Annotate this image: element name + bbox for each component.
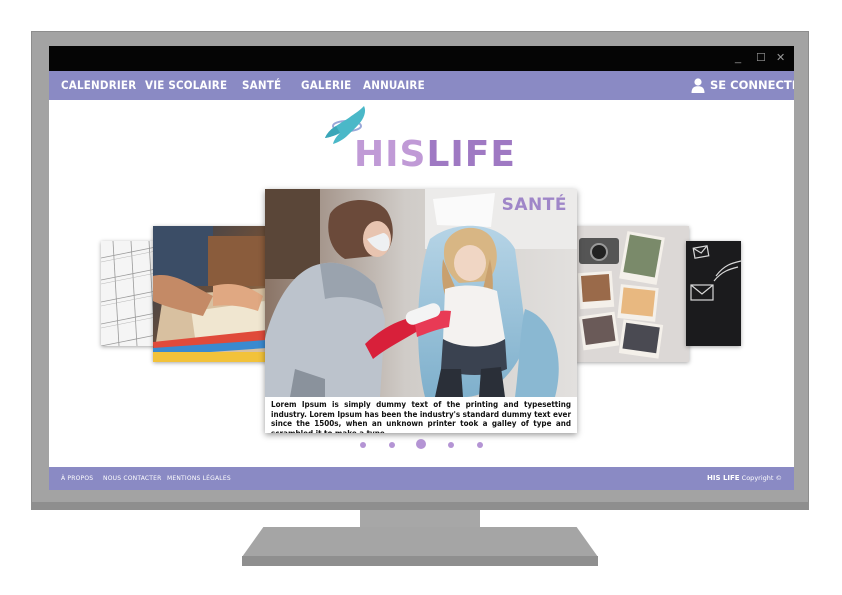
carousel-card-study[interactable] xyxy=(153,226,267,362)
monitor-stand-base xyxy=(242,527,598,557)
footer-link-mentions[interactable]: MENTIONS LÉGALES xyxy=(167,467,231,490)
carousel-dot-1[interactable] xyxy=(360,442,366,448)
carousel-dot-3-active[interactable] xyxy=(416,439,426,449)
his-life-logo[interactable]: HISLIFE xyxy=(324,104,524,175)
carousel-card-mail[interactable] xyxy=(686,241,741,346)
footer-link-a-propos[interactable]: À PROPOS xyxy=(61,467,93,490)
screen: _ ☐ ✕ CALENDRIER VIE SCOLAIRE SANTÉ GALE… xyxy=(49,46,794,490)
footer: À PROPOS NOUS CONTACTER MENTIONS LÉGALES… xyxy=(49,467,794,490)
nav-item-sante[interactable]: SANTÉ xyxy=(242,71,281,100)
close-button[interactable]: ✕ xyxy=(776,51,785,65)
footer-copyright: HIS LIFE Copyright © xyxy=(707,467,782,490)
calendar-image xyxy=(101,241,156,346)
mail-image xyxy=(686,241,741,346)
nav-item-calendrier[interactable]: CALENDRIER xyxy=(61,71,136,100)
carousel-card-photos[interactable] xyxy=(575,226,689,362)
card-title-sante: SANTÉ xyxy=(501,195,567,215)
carousel-card-calendar[interactable] xyxy=(101,241,156,346)
nav-item-vie-scolaire[interactable]: VIE SCOLAIRE xyxy=(145,71,227,100)
carousel-dot-4[interactable] xyxy=(448,442,454,448)
logo-wordmark: HISLIFE xyxy=(354,135,516,175)
card-description: Lorem Ipsum is simply dummy text of the … xyxy=(271,400,571,433)
nav-item-galerie[interactable]: GALERIE xyxy=(301,71,351,100)
maximize-button[interactable]: ☐ xyxy=(756,51,766,65)
monitor-stand-shadow xyxy=(242,556,598,566)
carousel-dot-5[interactable] xyxy=(477,442,483,448)
minimize-button[interactable]: _ xyxy=(735,51,741,65)
window-titlebar: _ ☐ ✕ xyxy=(49,46,794,71)
dentist-photo xyxy=(265,189,577,397)
nav-item-annuaire[interactable]: ANNUAIRE xyxy=(363,71,425,100)
carousel-pagination xyxy=(349,439,499,451)
login-label: SE CONNECTER xyxy=(710,78,794,92)
footer-link-contact[interactable]: NOUS CONTACTER xyxy=(103,467,162,490)
carousel-dot-2[interactable] xyxy=(389,442,395,448)
study-image xyxy=(153,226,267,362)
main-navbar: CALENDRIER VIE SCOLAIRE SANTÉ GALERIE AN… xyxy=(49,71,794,100)
photos-image xyxy=(575,226,689,362)
footer-brand: HIS LIFE xyxy=(707,474,740,482)
footer-copyright-text: Copyright © xyxy=(741,474,782,482)
carousel-card-sante[interactable]: SANTÉ Lorem Ipsum is simply dummy text o… xyxy=(265,189,577,433)
monitor-bottom-lip xyxy=(31,502,809,510)
user-icon xyxy=(691,78,705,93)
logo-life: LIFE xyxy=(426,134,516,175)
logo-his: HIS xyxy=(354,134,427,175)
